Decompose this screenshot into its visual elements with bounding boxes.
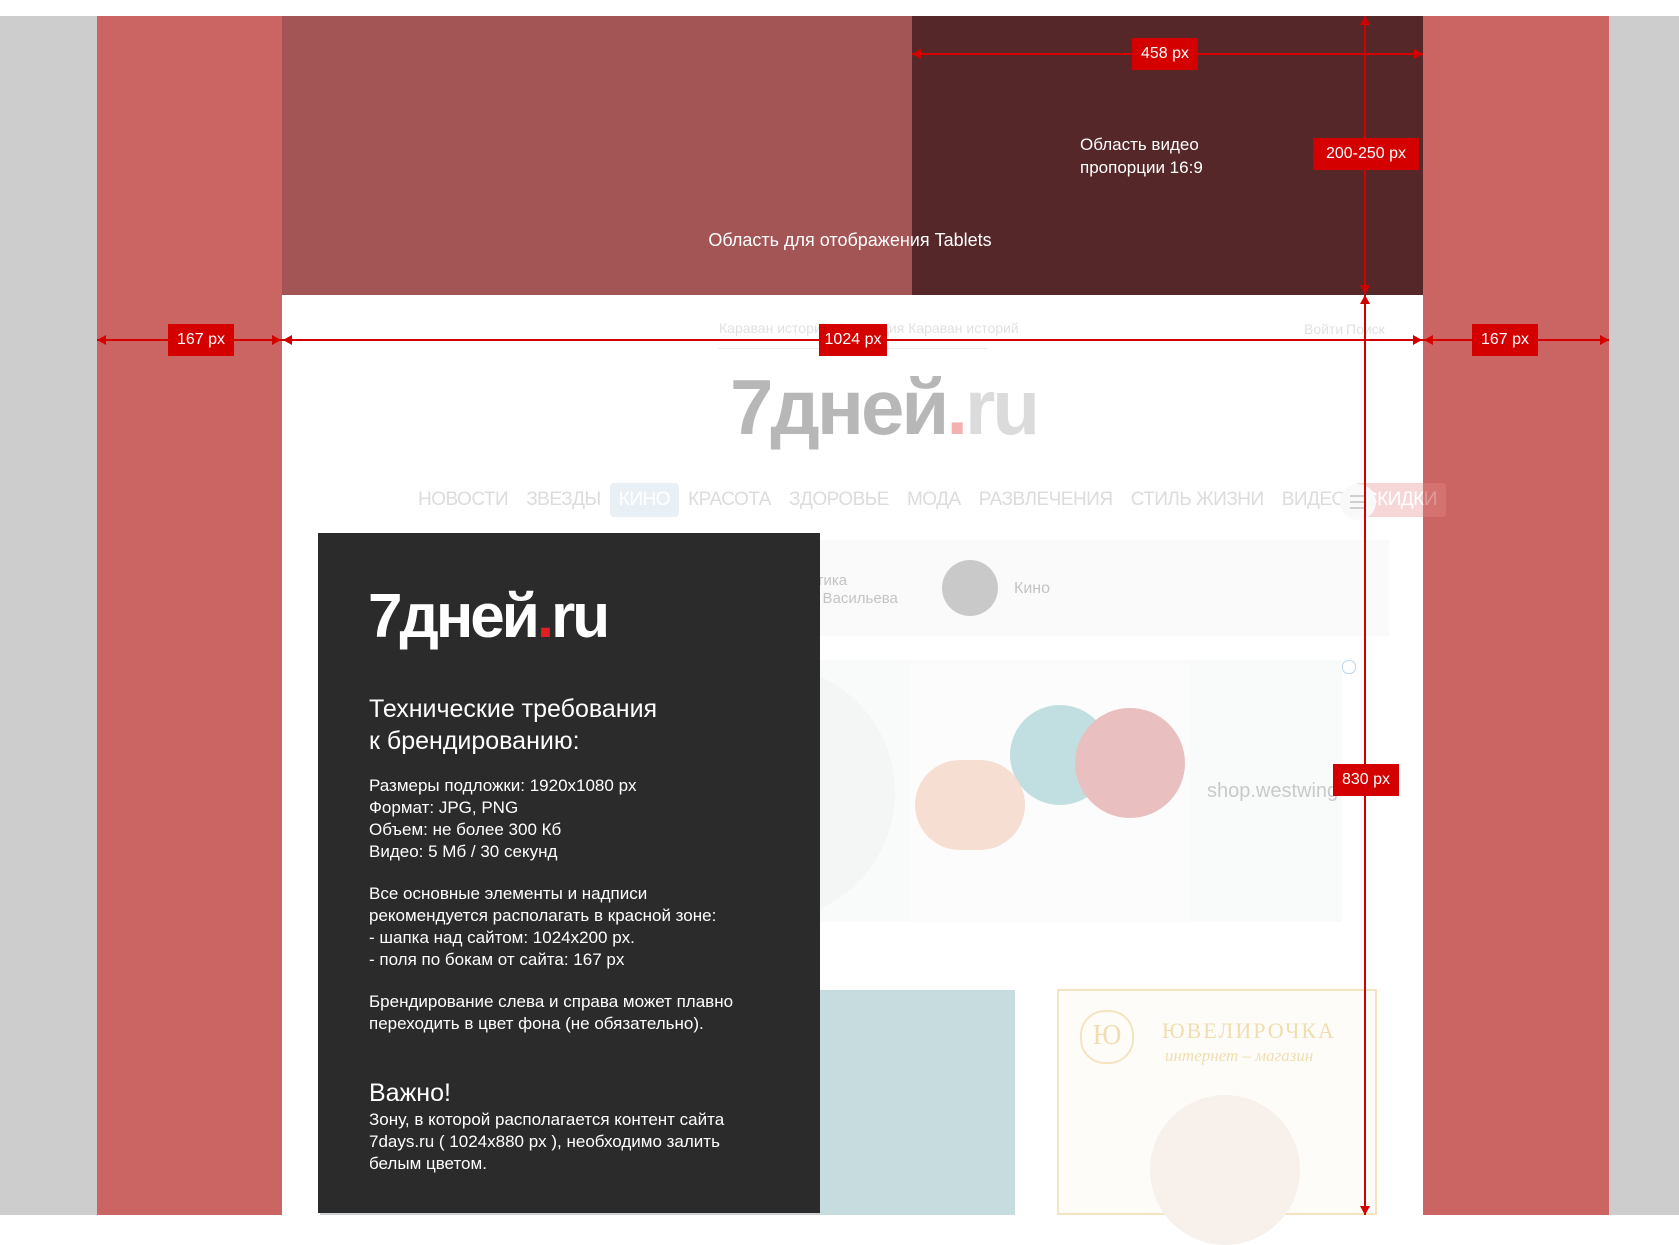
left-margin-arrow-left (97, 335, 106, 345)
rubric-cinema-icon[interactable] (942, 560, 998, 616)
jewelry-brand: ЮВЕЛИРОЧКА (1162, 1018, 1336, 1043)
hamburger-menu-icon[interactable] (1340, 484, 1376, 520)
panel-specs: Размеры подложки: 1920x1080 px Формат: J… (369, 776, 637, 861)
right-margin-arrow-left (1424, 335, 1433, 345)
jewelry-sub: интернет – магазин (1165, 1046, 1314, 1065)
height-arrow-mid-top (1360, 285, 1370, 294)
panel-heading: Технические требования к брендированию: (369, 695, 658, 755)
ad-info-icon[interactable] (1342, 660, 1356, 674)
video-width-arrow-right (1414, 49, 1423, 59)
login-link[interactable]: Войти (1304, 321, 1343, 337)
right-brand-zone (1423, 16, 1609, 1215)
ad-bowl (915, 760, 1025, 850)
height-arrow-top (1360, 16, 1370, 25)
right-margin-arrow-right (1600, 335, 1609, 345)
jewelry-model (1150, 1095, 1300, 1245)
site-logo[interactable]: 7дней.ru (730, 362, 1040, 453)
left-margin-arrow-right (272, 335, 281, 345)
video-label: Область видео пропорции 16:9 (1080, 135, 1203, 177)
site-width-arrow-right (1413, 335, 1422, 345)
nav-item-news[interactable]: НОВОСТИ (409, 483, 517, 517)
height-arrow-bottom (1360, 1206, 1370, 1215)
height-arrow-mid-bottom (1360, 295, 1370, 304)
article-photo-water (820, 990, 1015, 1215)
video-height-label: 200-250 px (1313, 138, 1419, 170)
tablets-zone (282, 16, 912, 295)
site-width-arrow-left (283, 335, 292, 345)
rubric-cinema[interactable]: Кино (1014, 580, 1050, 598)
site-logo-main: 7дней (730, 363, 949, 451)
left-brand-zone (97, 16, 282, 1215)
nav-item-cinema[interactable]: КИНО (609, 483, 679, 517)
tablets-label: Область для отображения Tablets (708, 230, 992, 250)
nav-item-lifestyle[interactable]: СТИЛЬ ЖИЗНИ (1122, 483, 1273, 517)
site-logo-dot: . (946, 363, 968, 451)
panel-important-text: Зону, в которой располагается контент са… (369, 1110, 725, 1173)
panel-important-title: Важно! (369, 1079, 451, 1107)
site-width-label: 1024 px (819, 324, 887, 356)
jewelry-logo: Ю (1080, 1010, 1134, 1064)
outer-gray-top (0, 0, 1679, 16)
nav-item-health[interactable]: ЗДОРОВЬЕ (780, 483, 898, 517)
panel-logo-tld: ru (551, 582, 610, 651)
right-margin-label: 167 px (1472, 324, 1538, 356)
main-nav: НОВОСТИ ЗВЕЗДЫ КИНО КРАСОТА ЗДОРОВЬЕ МОД… (409, 483, 1446, 517)
video-width-arrow-left (912, 49, 921, 59)
panel-logo-main: 7дней (368, 582, 540, 651)
requirements-panel: 7дней.ru Технические требования к бренди… (318, 533, 820, 1213)
panel-logo-dot: . (536, 582, 554, 651)
outer-gray-left (0, 0, 97, 1215)
panel-logo: 7дней.ru (368, 581, 610, 652)
panel-zone-text: Все основные элементы и надписи рекоменд… (369, 884, 717, 969)
nav-item-beauty[interactable]: КРАСОТА (679, 483, 780, 517)
ad-shop-text[interactable]: shop.westwing (1207, 780, 1338, 803)
ad-plate-b (1075, 708, 1185, 818)
left-margin-label: 167 px (168, 324, 234, 356)
outer-gray-right (1609, 0, 1679, 1215)
nav-item-entertainment[interactable]: РАЗВЛЕЧЕНИЯ (970, 483, 1122, 517)
video-width-label: 458 px (1132, 38, 1198, 70)
nav-item-fashion[interactable]: МОДА (898, 483, 970, 517)
panel-branding-text: Брендирование слева и справа может плавн… (369, 992, 734, 1033)
height-line (1364, 16, 1366, 1215)
site-logo-tld: ru (965, 363, 1040, 451)
nav-item-stars[interactable]: ЗВЕЗДЫ (517, 483, 610, 517)
top-link-caravan[interactable]: Караван историй (719, 320, 830, 336)
site-height-label: 830 px (1333, 764, 1399, 796)
